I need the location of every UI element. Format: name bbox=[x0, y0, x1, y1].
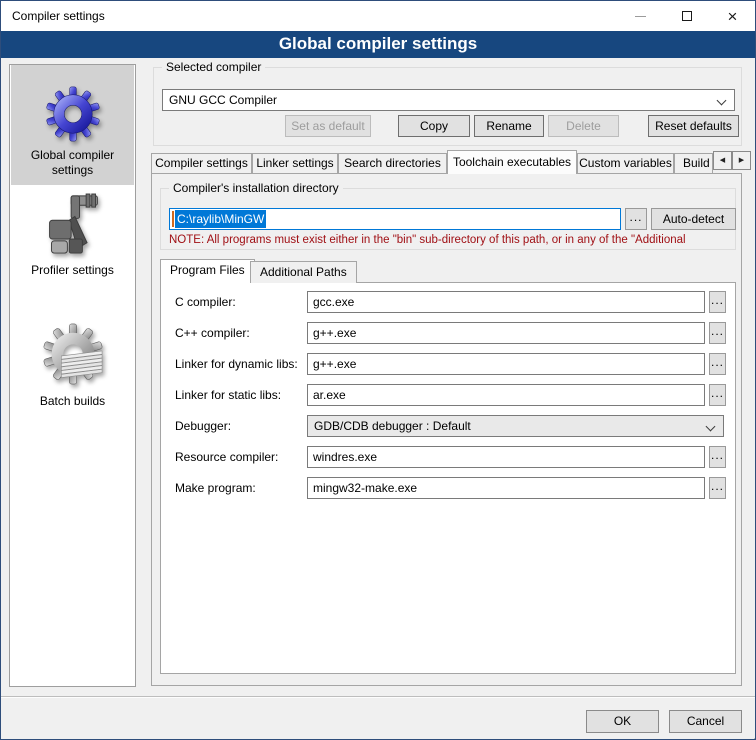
installation-directory-input[interactable]: C:\raylib\MinGW bbox=[169, 208, 621, 230]
browse-cpp-compiler-button[interactable]: ... bbox=[709, 322, 726, 344]
title-bar: Compiler settings × bbox=[1, 1, 755, 31]
reset-defaults-button[interactable]: Reset defaults bbox=[648, 115, 739, 137]
selected-compiler-group: Selected compiler GNU GCC Compiler Set a… bbox=[153, 67, 742, 146]
field-label: Linker for static libs: bbox=[175, 384, 281, 406]
browse-directory-button[interactable]: ... bbox=[625, 208, 647, 230]
cancel-button[interactable]: Cancel bbox=[669, 710, 742, 733]
minimize-icon bbox=[635, 16, 646, 17]
browse-make-program-button[interactable]: ... bbox=[709, 477, 726, 499]
resource-compiler-row: Resource compiler: ... bbox=[161, 446, 735, 468]
chevron-down-icon bbox=[717, 96, 727, 106]
close-icon: × bbox=[728, 8, 738, 25]
ok-button[interactable]: OK bbox=[586, 710, 659, 733]
delete-button[interactable]: Delete bbox=[548, 115, 619, 137]
tab-scroll-right-button[interactable]: ▶ bbox=[732, 151, 751, 170]
sidebar-item-label: Profiler settings bbox=[31, 263, 114, 278]
tab-additional-paths[interactable]: Additional Paths bbox=[250, 261, 357, 283]
chevron-down-icon bbox=[706, 422, 716, 432]
minimize-button[interactable] bbox=[618, 1, 663, 31]
text-caret bbox=[172, 211, 174, 227]
group-legend: Compiler's installation directory bbox=[169, 181, 343, 195]
dynamic-linker-input[interactable] bbox=[307, 353, 705, 375]
browse-dynamic-linker-button[interactable]: ... bbox=[709, 353, 726, 375]
sidebar-item-label: Batch builds bbox=[40, 394, 105, 409]
caliper-icon bbox=[43, 191, 103, 257]
resource-compiler-input[interactable] bbox=[307, 446, 705, 468]
page-title: Global compiler settings bbox=[1, 31, 755, 58]
resize-grip[interactable] bbox=[751, 735, 752, 736]
maximize-icon bbox=[682, 11, 692, 21]
dynamic-linker-row: Linker for dynamic libs: ... bbox=[161, 353, 735, 375]
tab-scroll-left-button[interactable]: ◀ bbox=[713, 151, 732, 170]
tab-build-options[interactable]: Build options bbox=[674, 153, 713, 173]
tab-program-files[interactable]: Program Files bbox=[160, 259, 255, 283]
debugger-select[interactable]: GDB/CDB debugger : Default bbox=[307, 415, 724, 437]
static-linker-row: Linker for static libs: ... bbox=[161, 384, 735, 406]
cpp-compiler-row: C++ compiler: ... bbox=[161, 322, 735, 344]
group-legend: Selected compiler bbox=[162, 60, 265, 74]
browse-static-linker-button[interactable]: ... bbox=[709, 384, 726, 406]
compiler-select[interactable]: GNU GCC Compiler bbox=[162, 89, 735, 111]
window-title: Compiler settings bbox=[12, 9, 105, 23]
right-arrow-icon: ▶ bbox=[739, 157, 744, 164]
gray-gear-stack-icon bbox=[42, 323, 104, 385]
rename-button[interactable]: Rename bbox=[474, 115, 544, 137]
cpp-compiler-input[interactable] bbox=[307, 322, 705, 344]
browse-c-compiler-button[interactable]: ... bbox=[709, 291, 726, 313]
bin-subdirectory-note: NOTE: All programs must exist either in … bbox=[169, 234, 729, 246]
field-label: Linker for dynamic libs: bbox=[175, 353, 298, 375]
static-linker-input[interactable] bbox=[307, 384, 705, 406]
c-compiler-row: C compiler: ... bbox=[161, 291, 735, 313]
tab-linker-settings[interactable]: Linker settings bbox=[252, 153, 338, 173]
maximize-button[interactable] bbox=[664, 1, 709, 31]
field-label: C++ compiler: bbox=[175, 322, 250, 344]
settings-sidebar: Global compiler settings Profiler settin… bbox=[9, 64, 136, 687]
make-program-row: Make program: ... bbox=[161, 477, 735, 499]
toolchain-executables-page: Compiler's installation directory C:\ray… bbox=[151, 173, 742, 686]
tab-toolchain-executables[interactable]: Toolchain executables bbox=[447, 150, 577, 174]
tab-search-directories[interactable]: Search directories bbox=[338, 153, 447, 173]
left-arrow-icon: ◀ bbox=[720, 157, 725, 164]
blue-gear-icon bbox=[45, 86, 101, 142]
tab-custom-variables[interactable]: Custom variables bbox=[577, 153, 674, 173]
auto-detect-button[interactable]: Auto-detect bbox=[651, 208, 736, 230]
set-as-default-button[interactable]: Set as default bbox=[285, 115, 371, 137]
c-compiler-input[interactable] bbox=[307, 291, 705, 313]
sidebar-item-batch-builds[interactable]: Batch builds bbox=[11, 323, 134, 423]
installation-directory-group: Compiler's installation directory C:\ray… bbox=[160, 188, 736, 250]
tab-compiler-settings[interactable]: Compiler settings bbox=[151, 153, 252, 173]
field-label: Resource compiler: bbox=[175, 446, 278, 468]
make-program-input[interactable] bbox=[307, 477, 705, 499]
footer-separator bbox=[1, 696, 755, 698]
browse-resource-compiler-button[interactable]: ... bbox=[709, 446, 726, 468]
sidebar-item-label: Global compiler settings bbox=[31, 148, 114, 178]
debugger-row: Debugger: GDB/CDB debugger : Default bbox=[161, 415, 735, 437]
program-files-panel: C compiler: ... C++ compiler: ... Linker… bbox=[160, 282, 736, 674]
field-label: Make program: bbox=[175, 477, 256, 499]
field-label: C compiler: bbox=[175, 291, 236, 313]
close-button[interactable]: × bbox=[710, 1, 755, 31]
copy-button[interactable]: Copy bbox=[398, 115, 470, 137]
field-label: Debugger: bbox=[175, 415, 231, 437]
compiler-settings-dialog: Compiler settings × Global compiler sett… bbox=[0, 0, 756, 740]
sidebar-item-profiler-settings[interactable]: Profiler settings bbox=[11, 191, 134, 295]
sidebar-item-global-compiler-settings[interactable]: Global compiler settings bbox=[11, 65, 134, 185]
